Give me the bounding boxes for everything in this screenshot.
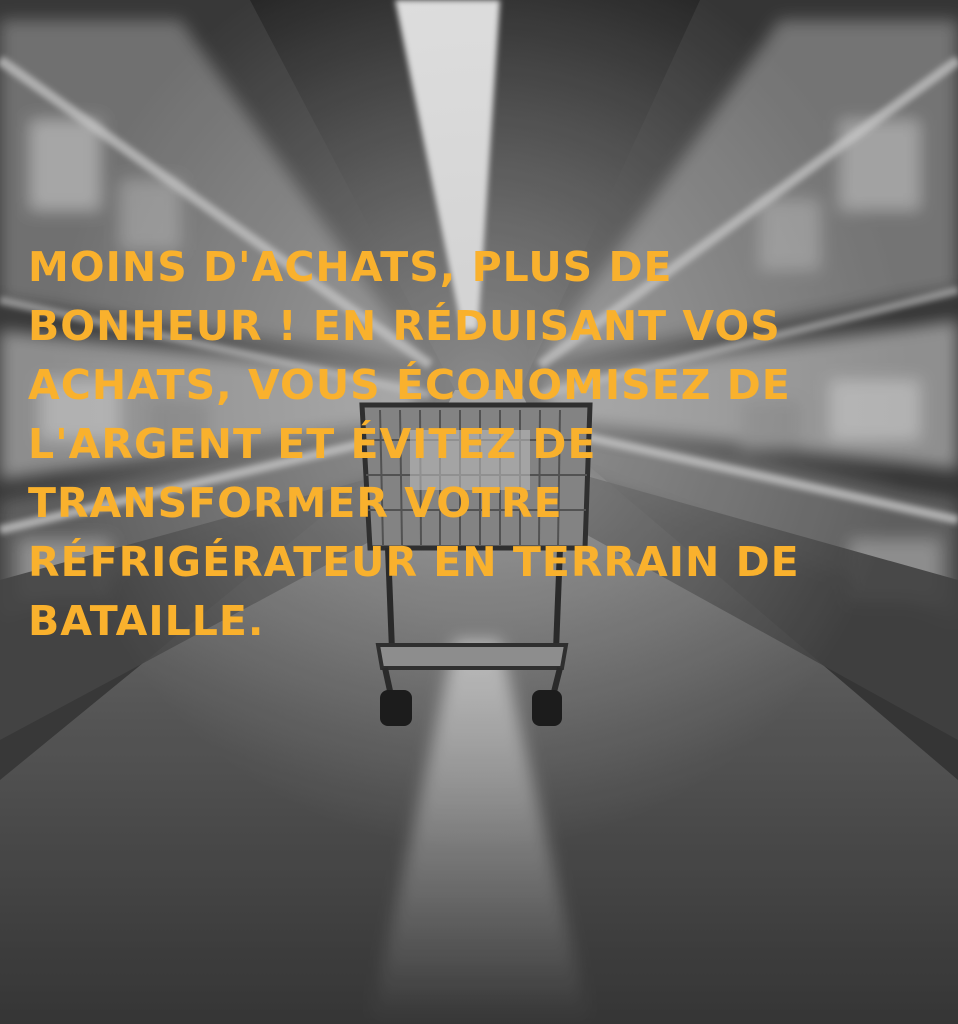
poster: MOINS D'ACHATS, PLUS DE BONHEUR ! EN RÉD…: [0, 0, 958, 1024]
headline-text: MOINS D'ACHATS, PLUS DE BONHEUR ! EN RÉD…: [28, 243, 800, 645]
